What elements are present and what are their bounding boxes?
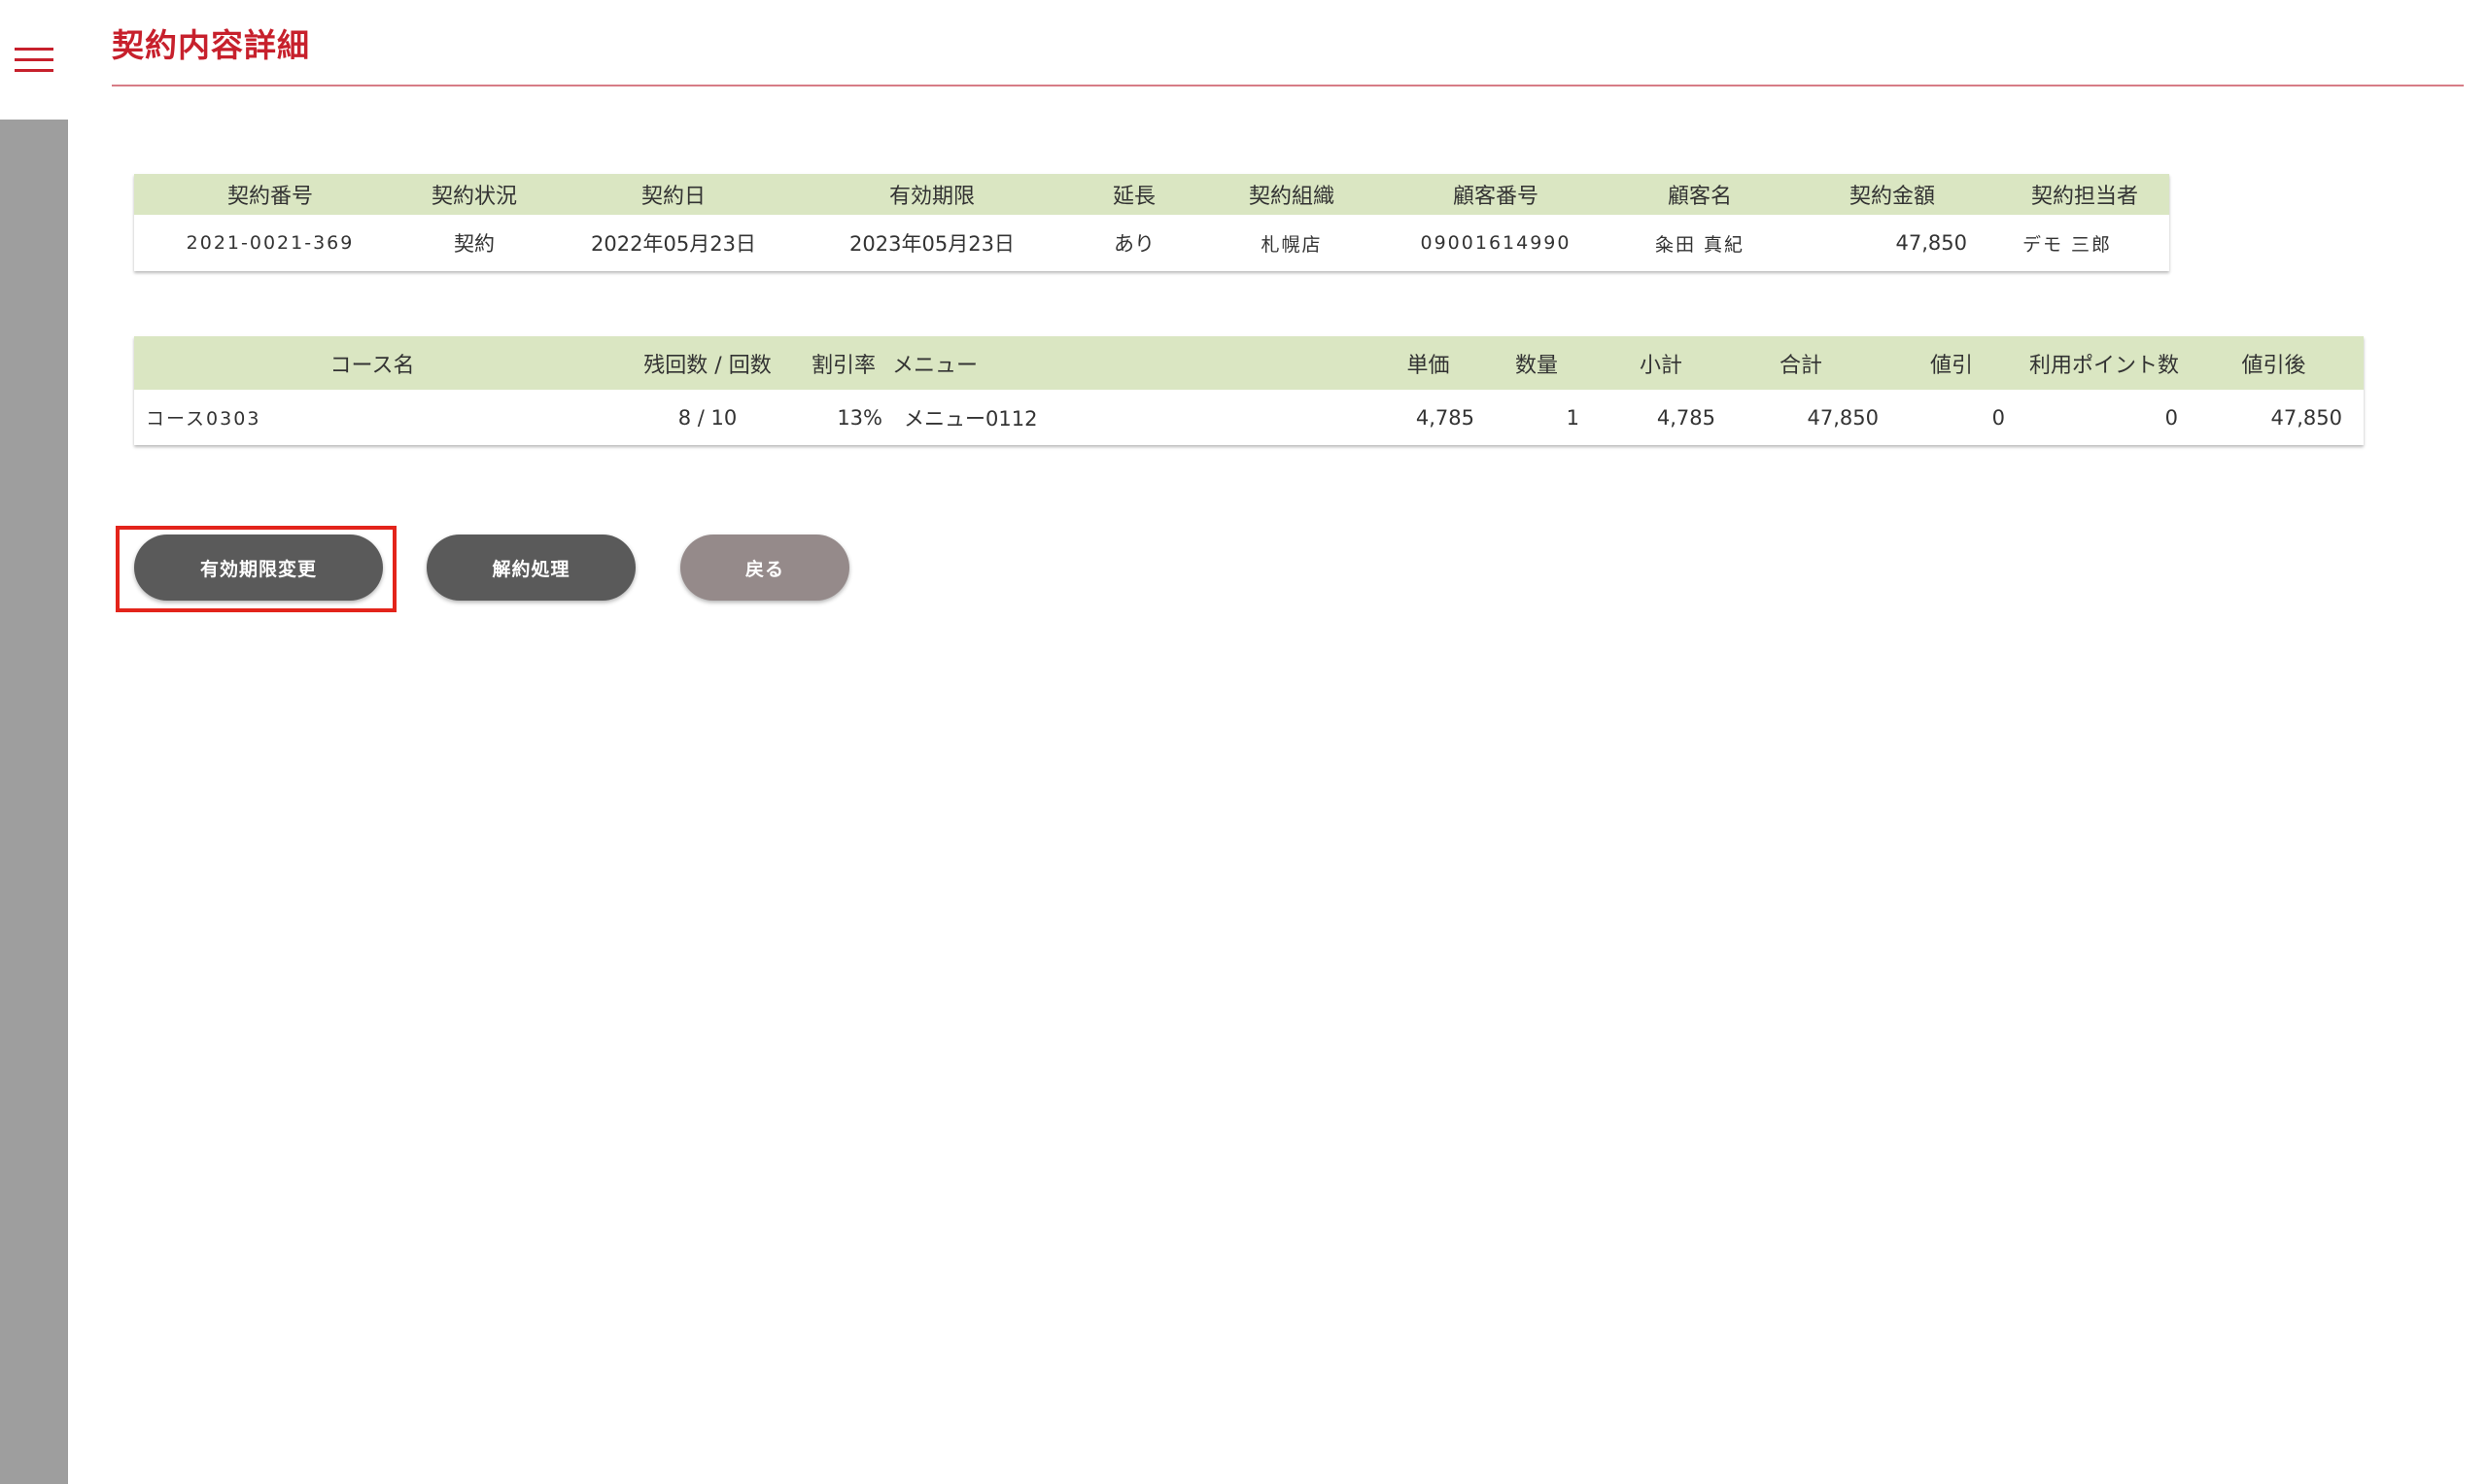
contract-date: 2022年05月23日 [591,232,756,256]
unit-price: 4,785 [1415,405,1474,430]
column-header: 契約組織 [1248,185,1334,209]
column-header: 数量 [1514,353,1558,378]
column-header: 顧客名 [1667,185,1732,209]
menu-button[interactable] [0,0,68,120]
column-header: 利用ポイント数 [2028,353,2179,378]
table-header-row: コース名 残回数 / 回数 割引率 メニュー 単価 数量 小計 合計 値引 利用… [134,336,2364,390]
contract-summary-table: 契約番号 契約状況 契約日 有効期限 延長 契約組織 顧客番号 顧客名 契約金額… [134,174,2169,271]
table-row: 2021-0021-369 契約 2022年05月23日 2023年05月23日… [134,215,2169,271]
quantity: 1 [1566,405,1579,430]
page-title: 契約内容詳細 [112,26,310,64]
cancel-contract-button[interactable]: 解約処理 [427,535,636,601]
discount-rate: 13% [837,405,882,430]
customer-name: 粂田 真紀 [1654,233,1745,256]
course-detail-table: コース名 残回数 / 回数 割引率 メニュー 単価 数量 小計 合計 値引 利用… [134,336,2364,445]
contract-staff: デモ 三郎 [2022,233,2113,256]
column-header: 単価 [1406,353,1450,378]
hamburger-menu-icon [15,47,53,72]
remaining-count: 8 / 10 [677,405,738,430]
discount: 0 [1991,405,2005,430]
column-header: 契約日 [640,185,706,209]
course-name: コース0303 [146,408,261,430]
column-header: コース名 [329,353,415,378]
column-header: 顧客番号 [1452,185,1538,209]
column-header: 契約状況 [431,185,517,209]
page-header: 契約内容詳細 [112,0,2464,86]
sidebar [0,0,68,1484]
back-button[interactable]: 戻る [680,535,849,601]
expiry-date: 2023年05月23日 [849,232,1015,256]
column-header: 契約番号 [226,185,313,209]
customer-number: 09001614990 [1420,232,1572,254]
column-header: 契約金額 [1849,185,1935,209]
contract-amount: 47,850 [1895,231,1967,255]
column-header: 割引率 [811,353,876,378]
contract-status: 契約 [454,232,495,256]
column-header: メニュー [892,353,979,378]
change-expiry-button[interactable]: 有効期限変更 [134,535,383,601]
column-header: 残回数 / 回数 [643,353,772,378]
table-row: コース0303 8 / 10 13% メニュー0112 4,785 1 4,78… [134,390,2364,445]
column-header: 有効期限 [888,185,975,209]
total: 47,850 [1807,405,1879,430]
column-header: 延長 [1112,185,1156,209]
contract-organization: 札幌店 [1261,233,1323,256]
extension: あり [1114,232,1155,256]
column-header: 契約担当者 [2030,185,2138,209]
column-header: 合計 [1779,353,1822,378]
column-header: 値引 [1929,353,1973,378]
table-header-row: 契約番号 契約状況 契約日 有効期限 延長 契約組織 顧客番号 顧客名 契約金額… [134,174,2169,215]
contract-number: 2021-0021-369 [186,232,355,254]
column-header: 値引後 [2241,353,2306,378]
subtotal: 4,785 [1656,405,1715,430]
after-discount: 47,850 [2270,405,2342,430]
menu-name: メニュー0112 [904,406,1038,431]
used-points: 0 [2164,405,2178,430]
column-header: 小計 [1639,353,1682,378]
